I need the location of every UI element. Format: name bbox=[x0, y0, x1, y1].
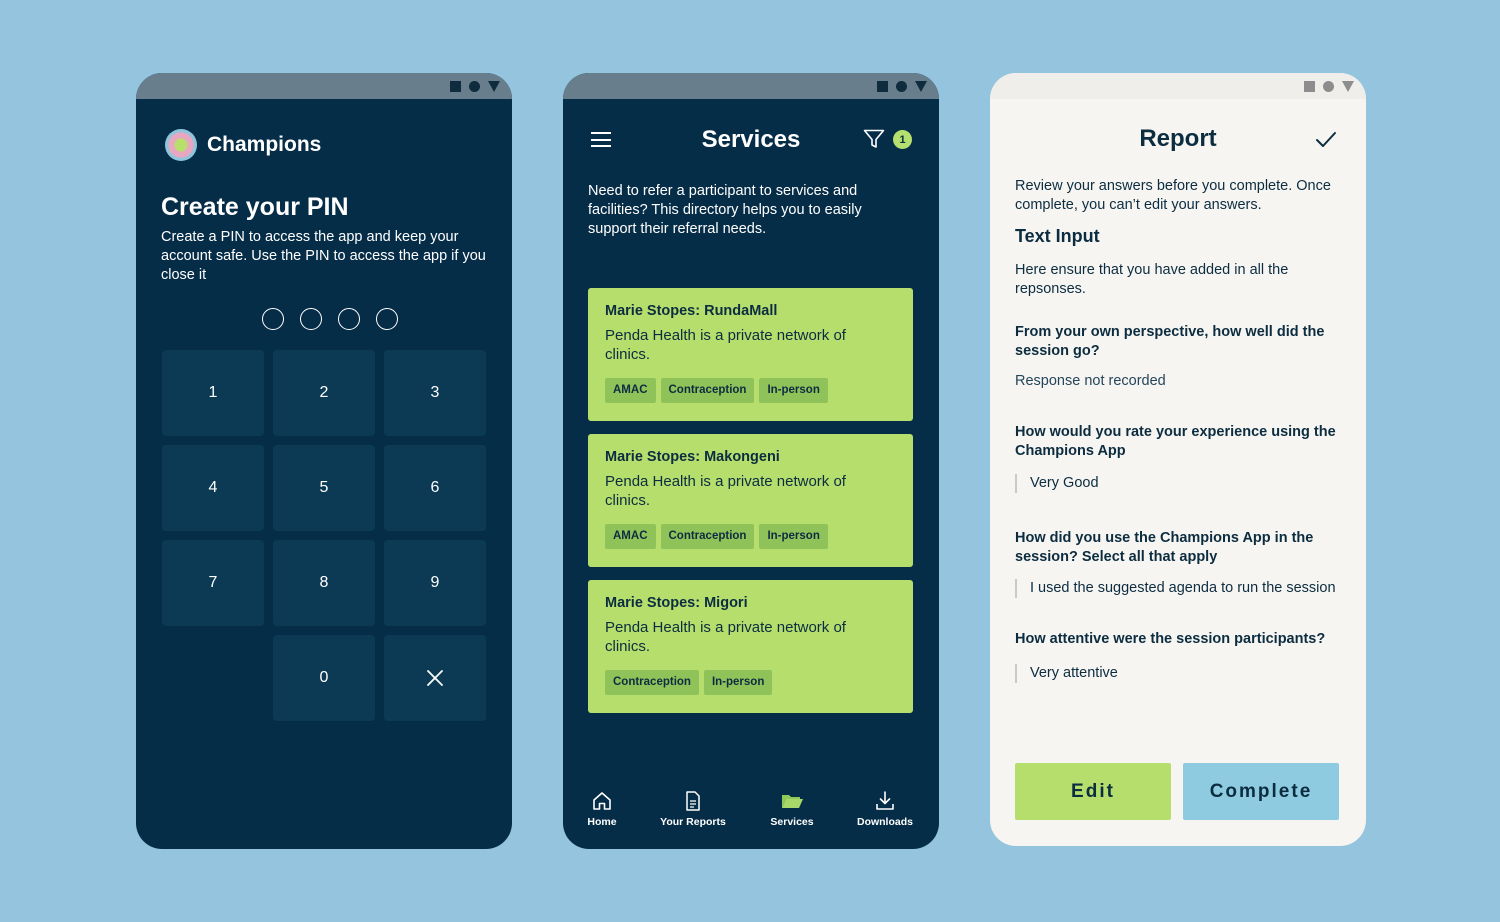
tag-list: AMAC Contraception In-person bbox=[605, 378, 896, 403]
key-1[interactable]: 1 bbox=[162, 350, 264, 436]
service-description: Penda Health is a private network of cli… bbox=[605, 619, 846, 655]
services-screen: Services 1 Need to refer a participant t… bbox=[563, 73, 939, 849]
square-icon bbox=[877, 80, 888, 92]
status-bar bbox=[136, 73, 512, 99]
services-intro: Need to refer a participant to services … bbox=[588, 183, 862, 237]
question: From your own perspective, how well did … bbox=[1015, 324, 1325, 359]
service-title: Marie Stopes: Migori bbox=[605, 595, 748, 611]
tag: Contraception bbox=[660, 378, 755, 403]
tag: In-person bbox=[759, 524, 828, 549]
square-icon bbox=[1304, 80, 1315, 92]
tag: Contraception bbox=[660, 524, 755, 549]
service-description: Penda Health is a private network of cli… bbox=[605, 327, 846, 363]
pin-dot bbox=[338, 308, 360, 330]
status-bar bbox=[990, 73, 1366, 99]
section-title: Text Input bbox=[1015, 226, 1100, 246]
key-6[interactable]: 6 bbox=[384, 445, 486, 531]
circle-icon bbox=[1323, 80, 1334, 92]
key-2[interactable]: 2 bbox=[273, 350, 375, 436]
filter-count-badge: 1 bbox=[893, 130, 912, 149]
pin-screen: Champions Create your PIN Create a PIN t… bbox=[136, 73, 512, 849]
nav-label: Services bbox=[770, 816, 814, 828]
answer: Response not recorded bbox=[1015, 373, 1166, 389]
nav-label: Home bbox=[587, 816, 617, 828]
service-description: Penda Health is a private network of cli… bbox=[605, 473, 846, 509]
service-card[interactable]: Marie Stopes: Makongeni Penda Health is … bbox=[588, 434, 913, 567]
brand: Champions bbox=[165, 129, 321, 161]
close-icon bbox=[427, 670, 443, 686]
tag-list: AMAC Contraception In-person bbox=[605, 524, 896, 549]
tag: AMAC bbox=[605, 378, 656, 403]
circle-icon bbox=[896, 80, 907, 92]
triangle-icon bbox=[488, 80, 500, 92]
question: How attentive were the session participa… bbox=[1015, 631, 1326, 647]
nav-label: Your Reports bbox=[660, 816, 726, 828]
nav-label: Downloads bbox=[856, 816, 913, 828]
review-instructions: Review your answers before you complete.… bbox=[1015, 178, 1331, 213]
report-body: Review your answers before you complete.… bbox=[1015, 177, 1345, 683]
folder-icon bbox=[782, 795, 803, 808]
section-instructions: Here ensure that you have added in all t… bbox=[1015, 262, 1289, 297]
service-title: Marie Stopes: Makongeni bbox=[605, 449, 780, 465]
triangle-icon bbox=[915, 80, 927, 92]
key-7[interactable]: 7 bbox=[162, 540, 264, 626]
pin-dot bbox=[262, 308, 284, 330]
key-5[interactable]: 5 bbox=[273, 445, 375, 531]
filter-icon[interactable] bbox=[863, 129, 885, 149]
tag: In-person bbox=[703, 670, 773, 695]
service-card[interactable]: Marie Stopes: RundaMall Penda Health is … bbox=[588, 288, 913, 421]
pin-dot bbox=[376, 308, 398, 330]
service-card[interactable]: Marie Stopes: Migori Penda Health is a p… bbox=[588, 580, 913, 713]
question: How did you use the Champions App in the… bbox=[1015, 530, 1314, 565]
key-3[interactable]: 3 bbox=[384, 350, 486, 436]
triangle-icon bbox=[1342, 80, 1354, 92]
tag-list: Contraception In-person bbox=[605, 670, 896, 695]
pin-dot bbox=[300, 308, 322, 330]
check-icon[interactable] bbox=[1315, 131, 1337, 149]
key-9[interactable]: 9 bbox=[384, 540, 486, 626]
complete-button[interactable]: Complete bbox=[1183, 763, 1339, 820]
action-buttons: Edit Complete bbox=[1015, 763, 1339, 820]
header: Services 1 bbox=[563, 123, 939, 157]
nav-your-reports[interactable]: Your Reports bbox=[648, 790, 738, 828]
delete-key[interactable] bbox=[384, 635, 486, 721]
document-icon bbox=[686, 791, 700, 811]
square-icon bbox=[450, 80, 461, 92]
status-bar bbox=[563, 73, 939, 99]
tag: In-person bbox=[759, 378, 828, 403]
key-4[interactable]: 4 bbox=[162, 445, 264, 531]
circle-icon bbox=[469, 80, 480, 92]
key-empty bbox=[162, 635, 264, 721]
home-icon bbox=[593, 792, 611, 810]
download-icon bbox=[876, 791, 894, 810]
pin-indicator bbox=[262, 308, 398, 330]
answer: Very attentive bbox=[1015, 664, 1345, 683]
keypad: 1 2 3 4 5 6 7 8 9 0 bbox=[162, 350, 486, 721]
report-screen: Report Review your answers before you co… bbox=[990, 73, 1366, 846]
answer: I used the suggested agenda to run the s… bbox=[1015, 579, 1345, 598]
app-name: Champions bbox=[207, 133, 322, 156]
edit-button[interactable]: Edit bbox=[1015, 763, 1171, 820]
answer: Very Good bbox=[1015, 474, 1345, 493]
bottom-nav: Home Your Reports Services Downloads bbox=[563, 790, 939, 840]
page-title: Create your PIN bbox=[161, 193, 349, 221]
tag: Contraception bbox=[605, 670, 699, 695]
page-title: Report bbox=[1139, 125, 1217, 152]
champions-logo-icon bbox=[165, 129, 197, 161]
nav-downloads[interactable]: Downloads bbox=[840, 790, 930, 828]
tag: AMAC bbox=[605, 524, 656, 549]
question: How would you rate your experience using… bbox=[1015, 424, 1336, 459]
pin-description: Create a PIN to access the app and keep … bbox=[161, 229, 486, 283]
key-0[interactable]: 0 bbox=[273, 635, 375, 721]
nav-services[interactable]: Services bbox=[747, 790, 837, 828]
service-title: Marie Stopes: RundaMall bbox=[605, 303, 778, 319]
key-8[interactable]: 8 bbox=[273, 540, 375, 626]
nav-home[interactable]: Home bbox=[563, 790, 647, 828]
